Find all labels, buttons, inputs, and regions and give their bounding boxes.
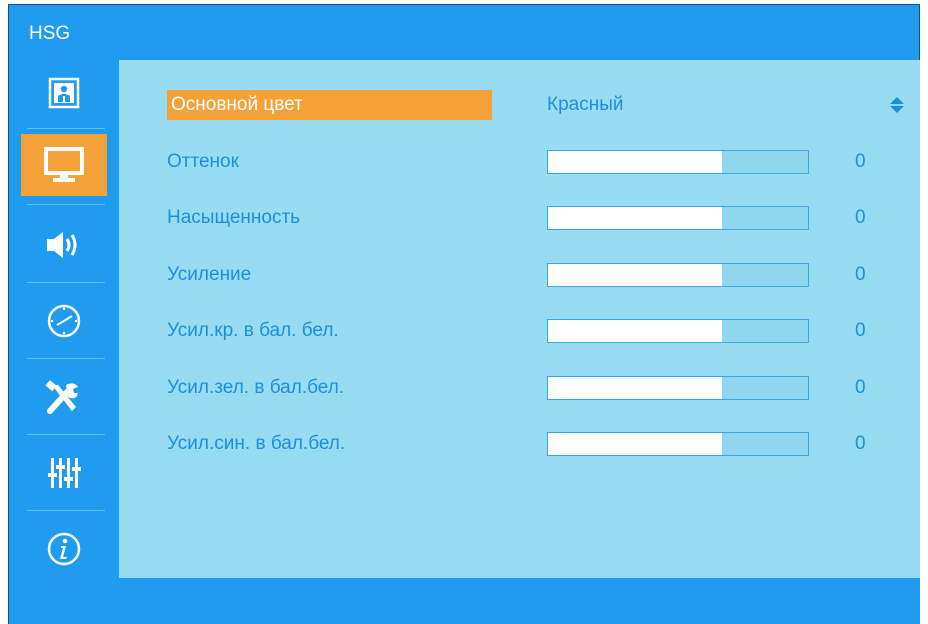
gain-label: Усиление [167, 264, 252, 285]
footer-bar [9, 578, 920, 624]
monitor-icon [43, 146, 85, 184]
up-down-arrows-icon[interactable] [887, 90, 907, 120]
info-icon [46, 531, 82, 567]
slider-fill [548, 151, 723, 173]
sidebar-item-advanced[interactable] [19, 440, 109, 506]
picture-person-icon [48, 77, 80, 109]
slider-fill [548, 264, 723, 286]
blue-gain-slider[interactable] [547, 432, 809, 456]
sidebar-item-setup[interactable] [19, 364, 109, 430]
tools-icon [44, 379, 84, 415]
settings-panel: Основной цвет Красный Оттенок 0 Насыщенн… [119, 60, 920, 578]
gain-value: 0 [855, 264, 866, 285]
sidebar-divider [27, 434, 105, 435]
sidebar-item-audio[interactable] [19, 212, 109, 278]
red-gain-label: Усил.кр. в бал. бел. [167, 320, 339, 341]
slider-fill [548, 320, 723, 342]
red-gain-slider[interactable] [547, 319, 809, 343]
hue-value: 0 [855, 151, 866, 172]
hue-slider[interactable] [547, 150, 809, 174]
saturation-value: 0 [855, 207, 866, 228]
blue-gain-label: Усил.син. в бал.бел. [167, 433, 346, 454]
sidebar [9, 60, 125, 580]
clock-icon [46, 303, 82, 339]
slider-fill [548, 377, 723, 399]
sidebar-divider [27, 282, 105, 283]
sidebar-item-info[interactable] [19, 516, 109, 582]
red-gain-value: 0 [855, 320, 866, 341]
sidebar-item-picture[interactable] [19, 60, 109, 126]
equalizer-icon [47, 455, 81, 491]
osd-window: HSG Основной цвет Красный Оттенок 0 Насы… [8, 4, 920, 624]
primary-color-value[interactable]: Красный [547, 90, 623, 120]
saturation-slider[interactable] [547, 206, 809, 230]
slider-fill [548, 207, 723, 229]
sidebar-divider [27, 128, 105, 129]
gain-slider[interactable] [547, 263, 809, 287]
green-gain-slider[interactable] [547, 376, 809, 400]
speaker-icon [45, 228, 83, 262]
sidebar-item-display[interactable] [21, 134, 107, 196]
sidebar-divider [27, 204, 105, 205]
sidebar-divider [27, 358, 105, 359]
sidebar-divider [27, 510, 105, 511]
saturation-label: Насыщенность [167, 207, 301, 228]
green-gain-label: Усил.зел. в бал.бел. [167, 377, 345, 398]
window-title: HSG [29, 23, 71, 44]
blue-gain-value: 0 [855, 433, 866, 454]
sidebar-item-time[interactable] [19, 288, 109, 354]
slider-fill [548, 433, 723, 455]
primary-color-label[interactable]: Основной цвет [167, 90, 492, 120]
hue-label: Оттенок [167, 151, 239, 172]
green-gain-value: 0 [855, 377, 866, 398]
